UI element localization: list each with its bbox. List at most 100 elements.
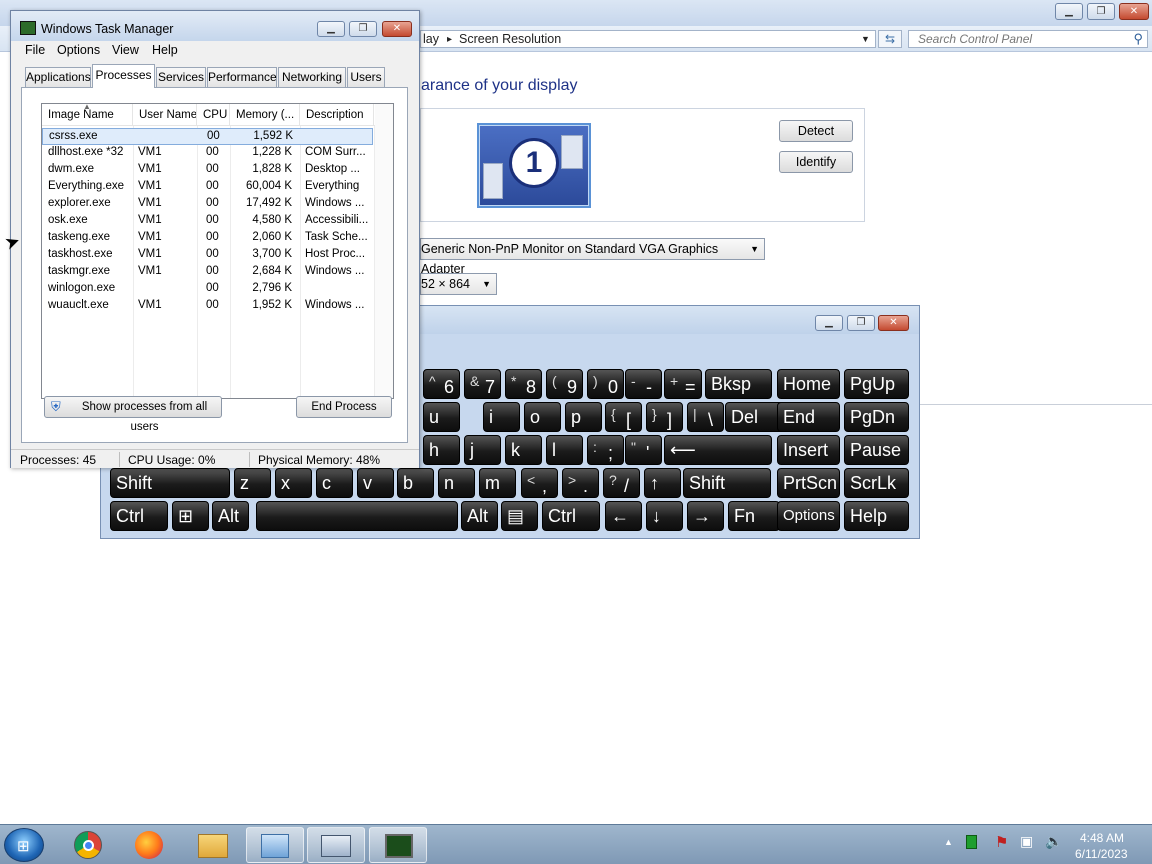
taskbar-on-screen-keyboard[interactable] — [307, 827, 365, 863]
keyboard-key-8[interactable]: * 8 — [505, 369, 542, 399]
table-row[interactable]: dllhost.exe *32 VM1 00 1,228 K COM Surr... — [42, 145, 393, 162]
keyboard-key-⊞[interactable]: ⊞ — [172, 501, 209, 531]
scrollbar[interactable] — [375, 104, 393, 398]
chevron-down-icon[interactable]: ▼ — [861, 34, 870, 44]
clock-time[interactable]: 4:48 AM — [1080, 831, 1124, 845]
column-description[interactable]: Description — [300, 104, 374, 126]
table-row[interactable]: taskeng.exe VM1 00 2,060 K Task Sche... — [42, 230, 393, 247]
clock-date[interactable]: 6/11/2023 — [1075, 847, 1128, 861]
keyboard-key-[[interactable]: {[ — [605, 402, 642, 432]
keyboard-key-end[interactable]: End — [777, 402, 840, 432]
keyboard-key-7[interactable]: & 7 — [464, 369, 501, 399]
close-button[interactable]: ✕ — [1119, 3, 1149, 20]
identify-button[interactable]: Identify — [779, 151, 853, 173]
minimize-button[interactable]: ▁ — [317, 21, 345, 37]
taskbar-chrome[interactable] — [60, 827, 118, 863]
process-list[interactable]: Image Name User Name CPU Memory (... Des… — [41, 103, 394, 399]
keyboard-key-o[interactable]: o — [524, 402, 561, 432]
keyboard-key-pgdn[interactable]: PgDn — [844, 402, 909, 432]
show-all-processes-button[interactable]: ⛨ Show processes from all users — [44, 396, 222, 433]
close-button[interactable]: ✕ — [382, 21, 412, 37]
breadcrumb-item-screen-resolution[interactable]: Screen Resolution — [459, 32, 561, 46]
refresh-icon[interactable]: ⇆ — [878, 30, 902, 48]
keyboard-key-shift[interactable]: Shift — [683, 468, 771, 498]
keyboard-key-ctrl[interactable]: Ctrl — [542, 501, 600, 531]
search-input[interactable]: Search Control Panel ⚲ — [908, 30, 1148, 48]
keyboard-key-m[interactable]: m — [479, 468, 516, 498]
keyboard-key-alt[interactable]: Alt — [212, 501, 249, 531]
start-button[interactable]: ⊞ — [4, 828, 44, 862]
keyboard-key-u[interactable]: u — [423, 402, 460, 432]
keyboard-key-z[interactable]: z — [234, 468, 271, 498]
breadcrumb-item-display[interactable]: lay — [423, 32, 439, 46]
keyboard-key-l[interactable]: l — [546, 435, 583, 465]
green-app-tray-icon[interactable] — [966, 835, 977, 849]
keyboard-key-▤[interactable]: ▤ — [501, 501, 538, 531]
breadcrumb[interactable]: lay ▸ Screen Resolution ▼ — [420, 30, 876, 48]
keyboard-key-n[interactable]: n — [438, 468, 475, 498]
keyboard-key-pgup[interactable]: PgUp — [844, 369, 909, 399]
taskbar-control-panel[interactable] — [246, 827, 304, 863]
keyboard-key-shift[interactable]: Shift — [110, 468, 230, 498]
keyboard-key-options[interactable]: Options — [777, 501, 840, 531]
restore-button[interactable]: ❐ — [847, 315, 875, 331]
table-row[interactable]: Everything.exe VM1 00 60,004 K Everything — [42, 179, 393, 196]
column-user-name[interactable]: User Name — [133, 104, 197, 126]
taskbar-task-manager[interactable] — [369, 827, 427, 863]
tab-networking[interactable]: Networking — [278, 67, 346, 87]
minimize-button[interactable]: ▁ — [815, 315, 843, 331]
keyboard-key-\[interactable]: | \ — [687, 402, 724, 432]
keyboard-key-][interactable]: }] — [646, 402, 683, 432]
tab-performance[interactable]: Performance — [207, 67, 277, 87]
show-hidden-icons[interactable]: ▲ — [944, 837, 953, 847]
table-row[interactable]: csrss.exe 00 1,592 K — [42, 128, 373, 145]
end-process-button[interactable]: End Process — [296, 396, 392, 418]
keyboard-key-,[interactable]: <, — [521, 468, 558, 498]
menu-view[interactable]: View — [112, 43, 139, 57]
taskbar-file-explorer[interactable] — [184, 827, 242, 863]
keyboard-key-bksp[interactable]: Bksp — [705, 369, 772, 399]
keyboard-key-h[interactable]: h — [423, 435, 460, 465]
tab-users[interactable]: Users — [347, 67, 385, 87]
table-row[interactable]: wuauclt.exe VM1 00 1,952 K Windows ... — [42, 298, 393, 315]
table-row[interactable]: taskmgr.exe VM1 00 2,684 K Windows ... — [42, 264, 393, 281]
keyboard-key-c[interactable]: c — [316, 468, 353, 498]
keyboard-key-home[interactable]: Home — [777, 369, 840, 399]
keyboard-key-x[interactable]: x — [275, 468, 312, 498]
keyboard-key-;[interactable]: :; — [587, 435, 624, 465]
minimize-button[interactable]: ▁ — [1055, 3, 1083, 20]
keyboard-key-i[interactable]: i — [483, 402, 520, 432]
network-icon[interactable]: ▣ — [1020, 833, 1033, 850]
keyboard-key-prtscn[interactable]: PrtScn — [777, 468, 840, 498]
keyboard-key-help[interactable]: Help — [844, 501, 909, 531]
column-cpu[interactable]: CPU — [197, 104, 230, 126]
table-row[interactable]: taskhost.exe VM1 00 3,700 K Host Proc... — [42, 247, 393, 264]
keyboard-key-v[interactable]: v — [357, 468, 394, 498]
keyboard-key-'[interactable]: " ' — [625, 435, 662, 465]
table-row[interactable]: dwm.exe VM1 00 1,828 K Desktop ... — [42, 162, 393, 179]
table-row[interactable]: osk.exe VM1 00 4,580 K Accessibili... — [42, 213, 393, 230]
tab-applications[interactable]: Applications — [25, 67, 91, 87]
menu-help[interactable]: Help — [152, 43, 178, 57]
column-memory[interactable]: Memory (... — [230, 104, 300, 126]
taskbar-firefox[interactable] — [120, 827, 178, 863]
menu-file[interactable]: File — [25, 43, 45, 57]
keyboard-key-ctrl[interactable]: Ctrl — [110, 501, 168, 531]
keyboard-key-↑[interactable]: ↑ — [644, 468, 681, 498]
keyboard-key-scrlk[interactable]: ScrLk — [844, 468, 909, 498]
tab-processes[interactable]: Processes — [92, 64, 155, 88]
keyboard-key-insert[interactable]: Insert — [777, 435, 840, 465]
keyboard-key-6[interactable]: ^ 6 — [423, 369, 460, 399]
keyboard-key-fn[interactable]: Fn — [728, 501, 780, 531]
keyboard-key-k[interactable]: k — [505, 435, 542, 465]
close-button[interactable]: ✕ — [878, 315, 909, 331]
keyboard-key-→[interactable]: → — [687, 501, 724, 531]
restore-button[interactable]: ❐ — [349, 21, 377, 37]
display-select[interactable]: Generic Non-PnP Monitor on Standard VGA … — [420, 238, 765, 276]
keyboard-key-9[interactable]: (9 — [546, 369, 583, 399]
keyboard-key-.[interactable]: >. — [562, 468, 599, 498]
menu-options[interactable]: Options — [57, 43, 100, 57]
keyboard-key-space[interactable] — [256, 501, 458, 531]
keyboard-key-p[interactable]: p — [565, 402, 602, 432]
keyboard-key-=[interactable]: + = — [664, 369, 702, 399]
